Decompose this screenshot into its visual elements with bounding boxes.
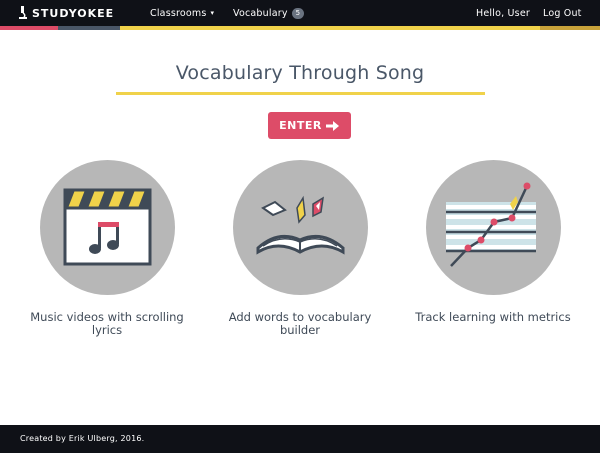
feature-caption: Add words to vocabulary builder bbox=[210, 311, 390, 337]
arrow-right-icon bbox=[325, 120, 339, 131]
enter-button-label: ENTER bbox=[279, 119, 322, 132]
nav-vocabulary[interactable]: Vocabulary 5 bbox=[233, 0, 305, 26]
logout-link[interactable]: Log Out bbox=[543, 0, 582, 26]
open-book-icon bbox=[256, 195, 345, 255]
brand-name: STUDYOKEE bbox=[32, 6, 115, 20]
microscope-icon bbox=[19, 6, 27, 19]
footer-credit: Created by Erik Ulberg, 2016. bbox=[20, 434, 145, 443]
metrics-chart-icon bbox=[446, 182, 536, 267]
page-title: Vocabulary Through Song bbox=[175, 62, 425, 84]
nav-vocabulary-label: Vocabulary bbox=[233, 7, 288, 19]
chevron-down-icon: ▾ bbox=[210, 9, 215, 17]
feature-caption-line: lyrics bbox=[91, 323, 123, 337]
feature-caption: Track learning with metrics bbox=[403, 311, 583, 324]
footer: Created by Erik Ulberg, 2016. bbox=[0, 425, 600, 453]
vocabulary-count-badge: 5 bbox=[291, 7, 305, 19]
navbar: STUDYOKEE Classrooms ▾ Vocabulary 5 Hell… bbox=[0, 0, 600, 26]
feature-caption-line: builder bbox=[279, 323, 321, 337]
brand-logo[interactable]: STUDYOKEE bbox=[18, 3, 114, 23]
feature-circle bbox=[40, 160, 175, 295]
clapperboard-music-icon bbox=[63, 188, 152, 266]
feature-caption-line: Track learning with metrics bbox=[415, 310, 571, 324]
title-underline bbox=[116, 92, 485, 95]
nav-classrooms-dropdown[interactable]: Classrooms ▾ bbox=[150, 0, 214, 26]
enter-button[interactable]: ENTER bbox=[268, 112, 351, 139]
accent-strip bbox=[0, 26, 600, 30]
feature-circle bbox=[233, 160, 368, 295]
nav-classrooms-label: Classrooms bbox=[150, 7, 207, 19]
feature-circle bbox=[426, 160, 561, 295]
user-greeting[interactable]: Hello, User bbox=[476, 0, 530, 26]
feature-caption: Music videos with scrolling lyrics bbox=[17, 311, 197, 337]
